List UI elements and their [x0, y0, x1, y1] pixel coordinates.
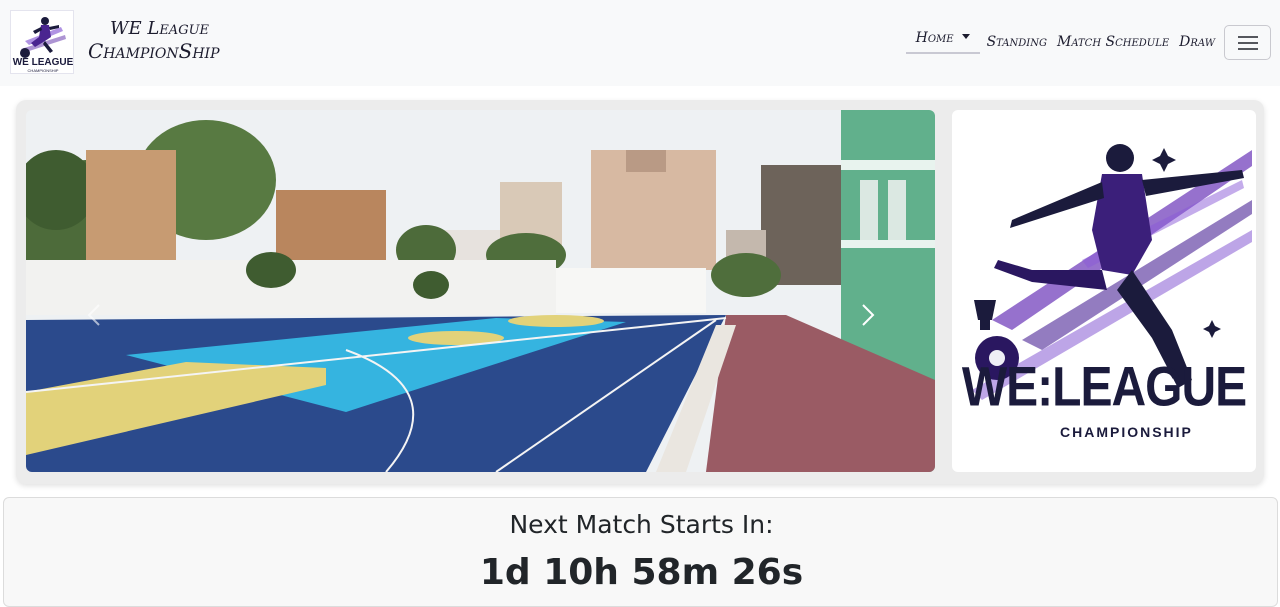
chevron-right-icon: [862, 304, 875, 326]
brand-line1: WE League: [110, 18, 210, 39]
brand-logo[interactable]: WE LEAGUE CHAMPIONSHIP: [10, 10, 74, 74]
side-logo-card: WE:LEAGUE CHAMPIONSHIP: [952, 110, 1256, 472]
brand-name[interactable]: WE League ChampionShip: [88, 17, 220, 63]
nav-item-home[interactable]: Home: [905, 26, 980, 54]
nav-item-home-label: Home: [915, 30, 954, 46]
navbar: WE LEAGUE CHAMPIONSHIP WE League Champio…: [0, 0, 1280, 86]
countdown-title: Next Match Starts In:: [509, 510, 774, 539]
nav-item-draw[interactable]: Draw: [1174, 26, 1220, 56]
navbar-toggler-button[interactable]: [1224, 25, 1271, 60]
caret-down-icon: [961, 34, 970, 39]
carousel-next-button[interactable]: [853, 290, 883, 340]
side-logo-title: WE:LEAGUE: [961, 357, 1247, 418]
svg-text:CHAMPIONSHIP: CHAMPIONSHIP: [28, 68, 59, 73]
carousel-prev-button[interactable]: [79, 290, 109, 340]
carousel[interactable]: [26, 110, 935, 472]
svg-text:WE LEAGUE: WE LEAGUE: [13, 57, 74, 68]
carousel-slide-image: [26, 110, 935, 472]
nav-item-match-schedule[interactable]: Match Schedule: [1052, 26, 1174, 56]
nav-links: Home Standing Match Schedule Draw: [905, 26, 1220, 56]
countdown-panel: Next Match Starts In: 1d 10h 58m 26s: [3, 497, 1278, 607]
countdown-value: 1d 10h 58m 26s: [479, 552, 804, 593]
side-logo-subtitle: CHAMPIONSHIP: [1060, 424, 1193, 440]
nav-item-standing[interactable]: Standing: [982, 26, 1052, 56]
brand-line2: ChampionShip: [88, 39, 220, 63]
hamburger-icon: [1238, 36, 1258, 38]
soccer-player-icon: WE LEAGUE CHAMPIONSHIP: [11, 11, 74, 73]
chevron-left-icon: [87, 304, 100, 326]
